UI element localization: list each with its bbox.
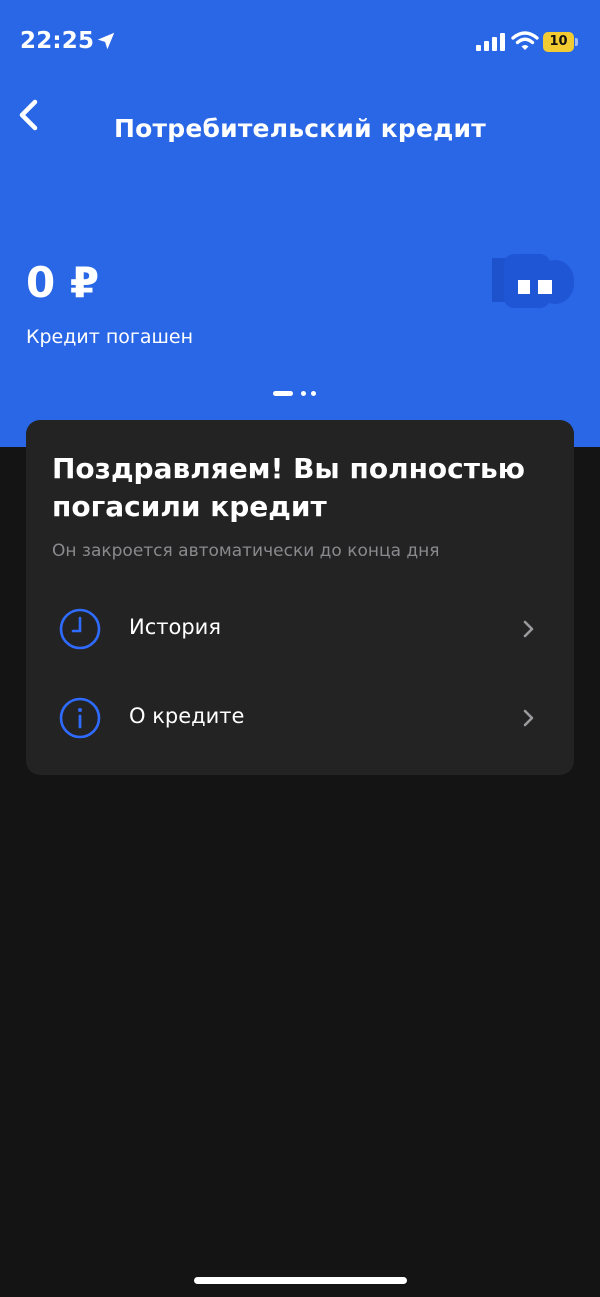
credit-balance: 0 ₽ — [26, 258, 100, 307]
chevron-right-icon — [523, 709, 534, 727]
credit-status: Кредит погашен — [26, 326, 194, 348]
clock-icon — [59, 608, 101, 650]
page-dot-active — [273, 391, 293, 396]
page-dot — [301, 391, 306, 396]
status-bar: 22:25 10 — [0, 0, 600, 88]
about-credit-item[interactable]: О кредите — [26, 679, 574, 757]
status-time: 22:25 — [20, 28, 95, 54]
credit-product-icon — [492, 254, 574, 308]
about-credit-label: О кредите — [129, 704, 245, 728]
back-button[interactable] — [8, 92, 48, 138]
history-item[interactable]: История — [26, 590, 574, 668]
info-icon — [59, 697, 101, 739]
chevron-right-icon — [523, 620, 534, 638]
cellular-signal-icon — [476, 33, 505, 51]
battery-charging-icon: 10 — [543, 32, 579, 52]
location-arrow-icon — [97, 32, 115, 50]
page-dot — [311, 391, 316, 396]
page-title: Потребительский кредит — [114, 114, 486, 143]
card-title: Поздравляем! Вы полностью погасили креди… — [52, 452, 525, 523]
battery-level: 10 — [549, 34, 568, 49]
home-indicator[interactable] — [194, 1277, 407, 1284]
history-label: История — [129, 615, 221, 639]
wifi-icon — [511, 31, 539, 50]
credit-closed-card: Поздравляем! Вы полностью погасили креди… — [26, 420, 574, 775]
chevron-left-icon — [19, 99, 38, 131]
page-indicator — [273, 390, 323, 398]
header: 22:25 10 Потребительский кредит 0 ₽ Кред… — [0, 0, 600, 447]
card-subtitle: Он закроется автоматически до конца дня — [52, 541, 440, 561]
